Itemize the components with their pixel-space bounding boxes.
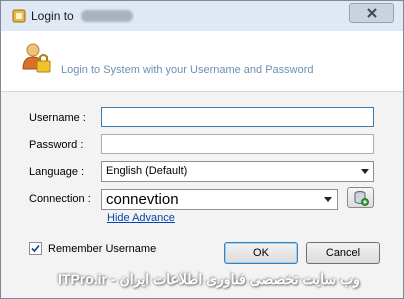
remember-username-label[interactable]: Remember Username bbox=[48, 243, 156, 255]
remember-username-checkbox[interactable] bbox=[29, 242, 42, 255]
checkmark-icon bbox=[31, 244, 40, 253]
connection-select[interactable]: connevtion bbox=[101, 189, 338, 210]
title-bar: Login to bbox=[1, 1, 403, 31]
watermark-text: ITPro.ir - وب سایت تخصصی فناوری اطلاعات … bbox=[58, 271, 360, 287]
close-icon bbox=[366, 8, 377, 18]
user-lock-icon bbox=[22, 43, 51, 73]
chevron-down-icon bbox=[324, 197, 332, 202]
ok-button[interactable]: OK bbox=[224, 242, 298, 264]
cancel-button[interactable]: Cancel bbox=[306, 242, 380, 264]
add-connection-button[interactable] bbox=[347, 187, 374, 208]
language-label: Language : bbox=[29, 166, 85, 178]
username-input[interactable] bbox=[101, 107, 374, 127]
connection-value: connevtion bbox=[106, 191, 179, 208]
divider bbox=[1, 91, 403, 92]
connection-label: Connection : bbox=[29, 193, 91, 205]
header-panel: Login to System with your Username and P… bbox=[1, 31, 403, 91]
hide-advance-link[interactable]: Hide Advance bbox=[107, 212, 175, 224]
app-icon bbox=[12, 9, 26, 23]
language-value: English (Default) bbox=[106, 165, 188, 177]
password-input[interactable] bbox=[101, 134, 374, 154]
close-button[interactable] bbox=[349, 3, 394, 23]
language-select[interactable]: English (Default) bbox=[101, 161, 374, 182]
login-dialog: Login to Login to System with your Usern… bbox=[0, 0, 404, 299]
username-label: Username : bbox=[29, 112, 86, 124]
header-text: Login to System with your Username and P… bbox=[61, 64, 314, 76]
password-label: Password : bbox=[29, 139, 84, 151]
window-title: Login to bbox=[31, 9, 74, 23]
chevron-down-icon bbox=[361, 169, 369, 174]
title-redacted bbox=[81, 10, 133, 22]
database-add-icon bbox=[354, 190, 369, 206]
